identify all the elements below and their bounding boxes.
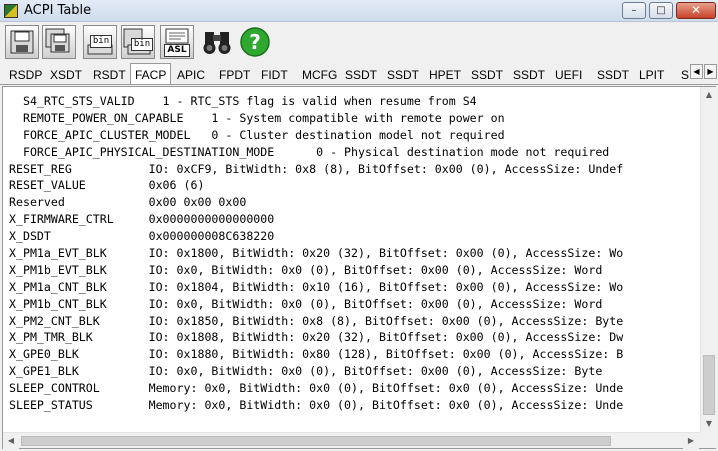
save-all-bin-label: bin bbox=[131, 38, 153, 51]
close-button[interactable]: ✕ bbox=[676, 2, 716, 19]
help-glyph: ? bbox=[249, 30, 261, 54]
table-line: X_PM_TMR_BLK IO: 0x1808, BitWidth: 0x20 … bbox=[9, 330, 624, 345]
find-button[interactable] bbox=[200, 25, 234, 59]
scroll-up-button[interactable]: ▲ bbox=[701, 87, 717, 103]
tab-ssdt[interactable]: SSDT bbox=[340, 65, 382, 84]
save-button[interactable] bbox=[5, 25, 39, 59]
maximize-button[interactable]: □ bbox=[649, 2, 673, 19]
tab-facp[interactable]: FACP bbox=[130, 63, 172, 84]
tab-hpet[interactable]: HPET bbox=[424, 65, 466, 84]
table-line: X_GPE1_BLK IO: 0x0, BitWidth: 0x0 (0), B… bbox=[9, 364, 603, 379]
table-text[interactable]: S4_RTC_STS_VALID 1 - RTC_STS flag is val… bbox=[9, 93, 701, 431]
window-title: ACPI Table bbox=[24, 3, 92, 18]
table-line: RESET_REG IO: 0xCF9, BitWidth: 0x8 (8), … bbox=[9, 161, 624, 176]
save-all-bin-button[interactable]: bin bbox=[121, 25, 155, 59]
tab-ssdt[interactable]: SSDT bbox=[592, 65, 634, 84]
tab-lpit[interactable]: LPIT bbox=[634, 65, 669, 84]
save-icon bbox=[10, 30, 34, 54]
save-all-icon bbox=[45, 28, 70, 53]
save-all-button[interactable] bbox=[42, 25, 76, 59]
save-bin-label: bin bbox=[90, 35, 112, 48]
save-bin-button[interactable]: bin bbox=[83, 25, 117, 59]
tab-ssdt[interactable]: SSDT bbox=[508, 65, 550, 84]
toolbar: bin bin ASL ? bbox=[0, 22, 718, 62]
title-bar: ACPI Table – □ ✕ bbox=[0, 0, 718, 22]
tab-fpdt[interactable]: FPDT bbox=[214, 65, 255, 84]
scroll-left-button[interactable]: ◀ bbox=[3, 433, 19, 449]
table-line: FORCE_APIC_PHYSICAL_DESTINATION_MODE 0 -… bbox=[9, 144, 610, 159]
tab-apic[interactable]: APIC bbox=[172, 65, 210, 84]
table-line: Reserved 0x00 0x00 0x00 bbox=[9, 195, 247, 210]
tab-uefi[interactable]: UEFI bbox=[550, 65, 587, 84]
table-line: S4_RTC_STS_VALID 1 - RTC_STS flag is val… bbox=[9, 94, 477, 108]
vertical-scrollbar[interactable]: ▲ ▼ bbox=[700, 87, 717, 432]
horizontal-scroll-thumb[interactable] bbox=[21, 436, 611, 446]
tab-mcfg[interactable]: MCFG bbox=[297, 65, 342, 84]
tab-xsdt[interactable]: XSDT bbox=[45, 65, 87, 84]
table-line: X_FIRMWARE_CTRL 0x0000000000000000 bbox=[9, 212, 275, 227]
table-line: X_GPE0_BLK IO: 0x1880, BitWidth: 0x80 (1… bbox=[9, 347, 624, 362]
table-line: X_PM1b_CNT_BLK IO: 0x0, BitWidth: 0x0 (0… bbox=[9, 296, 603, 311]
table-line: X_PM1b_EVT_BLK IO: 0x0, BitWidth: 0x0 (0… bbox=[9, 262, 603, 277]
tab-scroll-left[interactable]: ◀ bbox=[690, 64, 703, 79]
help-button[interactable]: ? bbox=[238, 25, 272, 59]
table-line: REMOTE_POWER_ON_CAPABLE 1 - System compa… bbox=[9, 110, 505, 125]
tab-scroll-right[interactable]: ▶ bbox=[704, 64, 717, 79]
scroll-down-button[interactable]: ▼ bbox=[701, 416, 717, 432]
table-line: RESET_VALUE 0x06 (6) bbox=[9, 178, 205, 193]
tab-strip: RSDP XSDT RSDT FACP APIC FPDT FIDT MCFG SSDT SSDT… bbox=[0, 63, 718, 85]
table-line: SLEEP_STATUS Memory: 0x0, BitWidth: 0x0 … bbox=[9, 398, 624, 413]
horizontal-scrollbar[interactable]: ◀ ▶ bbox=[3, 432, 700, 449]
scroll-right-button[interactable]: ▶ bbox=[683, 433, 699, 449]
scrollbar-corner bbox=[700, 432, 716, 448]
binoculars-icon bbox=[203, 32, 231, 54]
table-line: FORCE_APIC_CLUSTER_MODEL 0 - Cluster des… bbox=[9, 127, 505, 142]
asl-label: ASL bbox=[164, 44, 190, 57]
app-icon bbox=[4, 4, 18, 18]
tab-ssdt[interactable]: SSDT bbox=[382, 65, 424, 84]
tab-rsdp[interactable]: RSDP bbox=[4, 65, 47, 84]
minimize-button[interactable]: – bbox=[622, 2, 646, 19]
asl-button[interactable]: ASL bbox=[160, 25, 194, 59]
table-content-panel: S4_RTC_STS_VALID 1 - RTC_STS flag is val… bbox=[2, 86, 717, 449]
table-line: SLEEP_CONTROL Memory: 0x0, BitWidth: 0x0… bbox=[9, 381, 624, 396]
table-line: X_DSDT 0x000000008C638220 bbox=[9, 229, 275, 244]
vertical-scroll-thumb[interactable] bbox=[703, 355, 715, 415]
table-line: X_PM1a_CNT_BLK IO: 0x1804, BitWidth: 0x1… bbox=[9, 279, 624, 294]
table-line: X_PM1a_EVT_BLK IO: 0x1800, BitWidth: 0x2… bbox=[9, 246, 624, 261]
tab-rsdt[interactable]: RSDT bbox=[88, 65, 131, 84]
tab-fidt[interactable]: FIDT bbox=[256, 65, 293, 84]
tab-ssdt[interactable]: SSDT bbox=[466, 65, 508, 84]
help-icon: ? bbox=[240, 27, 270, 57]
table-line: X_PM2_CNT_BLK IO: 0x1850, BitWidth: 0x8 … bbox=[9, 313, 624, 328]
